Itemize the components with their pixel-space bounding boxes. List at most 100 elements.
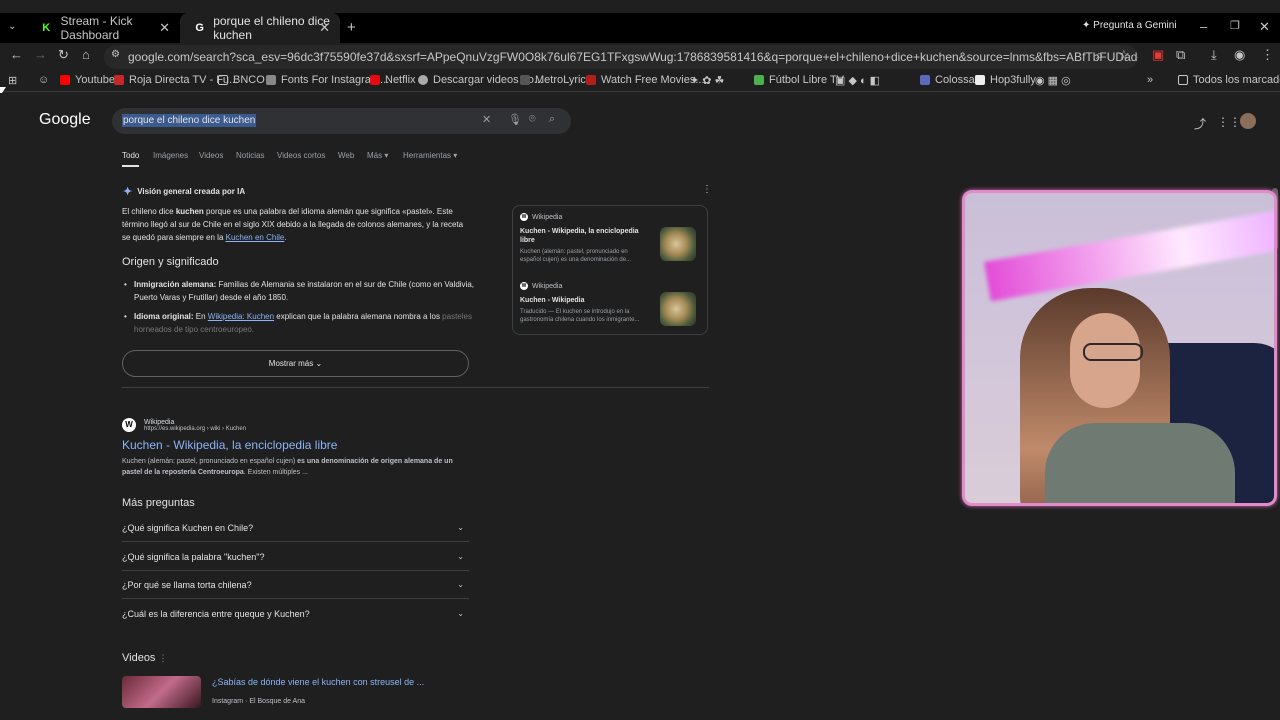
chevron-down-icon: ⌄ [457, 552, 464, 561]
result-title-link[interactable]: Kuchen - Wikipedia, la enciclopedia libr… [122, 438, 467, 452]
bookmark-star-icon[interactable]: ☆ [1118, 47, 1130, 63]
menu-icon[interactable]: ⋮ [1261, 47, 1274, 63]
kick-icon: K [42, 22, 51, 34]
download-icon[interactable]: ⤓ [1211, 47, 1217, 63]
more-questions-title: Más preguntas [122, 497, 195, 509]
result-url: https://es.wikipedia.org › wiki › Kuchen [144, 425, 247, 432]
question-row[interactable]: ¿Cuál es la diferencia entre queque y Ku… [122, 600, 469, 628]
search-icon[interactable]: ⌕ [549, 113, 555, 126]
source-item[interactable]: W Wikipedia Kuchen - Wikipedia Traducido … [520, 282, 702, 326]
site-info-icon[interactable]: ⚙ [111, 49, 120, 60]
hop3fully-icon [975, 75, 985, 85]
filter-videos-cortos[interactable]: Videos cortos [277, 151, 325, 160]
source-snippet: Traducido — El kuchen se introdujo en la… [520, 309, 640, 323]
profile-icon[interactable]: ◉ [1234, 47, 1245, 63]
address-bar[interactable]: google.com/search?sca_esv=96dc3f75590fe3… [104, 45, 1138, 69]
filter-web[interactable]: Web [338, 151, 354, 160]
result-source[interactable]: W Wikipedia https://es.wikipedia.org › w… [122, 418, 467, 432]
emoji-bookmark-icon[interactable]: ☺ [38, 74, 49, 86]
search-input[interactable]: porque el chileno dice kuchen [122, 114, 257, 127]
google-logo[interactable]: Google [39, 111, 91, 129]
show-more-label: Mostrar más [268, 359, 314, 368]
window-close-icon[interactable]: ✕ [1259, 19, 1270, 35]
bookmark-futbol[interactable]: Fútbol Libre TV [754, 74, 844, 86]
netflix-icon [370, 75, 380, 85]
kuchen-chile-link[interactable]: Kuchen en Chile [226, 233, 285, 242]
reload-icon[interactable]: ↻ [58, 47, 69, 63]
wikipedia-kuchen-link[interactable]: Wikipedia: Kuchen [208, 312, 274, 321]
home-icon[interactable]: ⌂ [82, 47, 90, 62]
extensions-puzzle-icon[interactable]: ⧉ [1176, 47, 1185, 63]
wikipedia-icon: W [122, 418, 136, 432]
bookmark-netflix[interactable]: Netflix [370, 74, 416, 86]
bookmark-misc-icons-2[interactable]: ▣ ◆ ◐ ◧ [835, 74, 880, 87]
movies-icon [586, 75, 596, 85]
folder-icon [218, 75, 228, 85]
bookmark-youtube[interactable]: Youtube [60, 74, 115, 86]
clear-icon[interactable]: ✕ [482, 113, 491, 126]
more-options-icon[interactable]: ⋮ [159, 653, 168, 663]
restore-icon[interactable]: ❐ [1230, 19, 1240, 32]
bookmark-misc-icons-3[interactable]: ◉ ▦ ◎ [1035, 74, 1071, 87]
avatar[interactable] [1240, 113, 1256, 129]
filter-imagenes[interactable]: Imágenes [153, 151, 188, 160]
filter-videos[interactable]: Videos [199, 151, 223, 160]
apps-icon[interactable]: ⊞ [8, 74, 17, 87]
question-text: ¿Cuál es la diferencia entre queque y Ku… [122, 609, 310, 619]
bookmark-hop3fully[interactable]: Hop3fully [975, 74, 1036, 86]
overflow-chevron-icon[interactable]: » [1147, 74, 1153, 86]
share-icon[interactable]: ⤴ [1194, 115, 1206, 132]
forward-icon[interactable]: → [34, 47, 47, 62]
result-site-name: Wikipedia [144, 418, 175, 426]
bookmark-bnco[interactable]: BNCO [218, 74, 265, 86]
question-row[interactable]: ¿Qué significa Kuchen en Chile? ⌄ [122, 514, 469, 542]
browser-toolbar: ← → ↻ ⌂ google.com/search?sca_esv=96dc3f… [0, 43, 1280, 69]
bullet-bold: Inmigración alemana: [134, 280, 217, 289]
bookmark-watch[interactable]: Watch Free Movies... [586, 74, 705, 86]
close-icon[interactable]: ✕ [319, 20, 330, 36]
bookmark-label: Netflix [385, 74, 416, 86]
question-text: ¿Qué significa la palabra "kuchen"? [122, 552, 265, 562]
filter-todo[interactable]: Todo [122, 151, 140, 167]
section-heading: Origen y significado [122, 256, 219, 268]
close-icon[interactable]: ✕ [159, 20, 170, 36]
question-row[interactable]: ¿Por qué se llama torta chilena? ⌄ [122, 571, 469, 599]
source-item[interactable]: W Wikipedia Kuchen - Wikipedia, la encicl… [520, 213, 702, 264]
videos-title-text: Videos [122, 652, 156, 664]
filter-noticias[interactable]: Noticias [236, 151, 264, 160]
extension-icon[interactable]: ▣ [1152, 47, 1164, 63]
bullet-bold: Idioma original: [134, 312, 194, 321]
filter-herramientas[interactable]: Herramientas ▾ [403, 151, 457, 160]
back-icon[interactable]: ← [10, 47, 23, 62]
mic-icon[interactable]: 🎙 [508, 113, 522, 126]
new-tab-icon[interactable]: + [347, 19, 356, 36]
bookmark-label: Youtube [75, 74, 115, 86]
chevron-down-icon: ⌄ [457, 523, 464, 532]
video-title-link[interactable]: ¿Sabías de dónde viene el kuchen con str… [212, 677, 424, 687]
question-row[interactable]: ¿Qué significa la palabra "kuchen"? ⌄ [122, 543, 469, 571]
source-snippet: Kuchen (alemán: pastel, pronunciado en e… [520, 249, 632, 263]
tab-google[interactable]: G porque el chileno dice kuchen ✕ [180, 13, 340, 43]
zoom-icon[interactable]: ⌕ [1096, 47, 1103, 63]
filter-mas[interactable]: Más ▾ [367, 151, 388, 160]
bookmark-colossal[interactable]: Colossal [920, 74, 977, 86]
bookmark-metrolyrics[interactable]: MetroLyrics [520, 74, 591, 86]
source-site: W Wikipedia [520, 282, 702, 290]
minimize-icon[interactable]: – [1200, 19, 1207, 34]
more-options-icon[interactable]: ⋮ [702, 184, 712, 195]
url-text: google.com/search?sca_esv=96dc3f75590fe3… [128, 50, 1138, 64]
search-box[interactable]: porque el chileno dice kuchen ✕ 🎙 ⌾ ⌕ [112, 108, 571, 134]
tab-search-icon[interactable]: ⌄ [8, 21, 16, 32]
video-thumbnail[interactable] [122, 676, 201, 708]
colossal-icon [920, 75, 930, 85]
tab-kick[interactable]: K Stream - Kick Dashboard ✕ [26, 13, 180, 43]
show-more-button[interactable]: Mostrar más ⌄ [122, 350, 469, 377]
kuchen-thumbnail [660, 292, 696, 326]
ai-title-text: Visión general creada por IA [137, 187, 246, 196]
apps-grid-icon[interactable]: ⋮⋮ [1217, 115, 1241, 129]
bookmark-all[interactable]: Todos los marcadores [1178, 74, 1280, 86]
lens-icon[interactable]: ⌾ [529, 113, 536, 126]
bookmark-misc-icons[interactable]: ✦ ✿ ☘ [690, 74, 724, 87]
gemini-button[interactable]: ✦ Pregunta a Gemini [1082, 20, 1177, 31]
search-result: W Wikipedia https://es.wikipedia.org › w… [122, 418, 467, 478]
